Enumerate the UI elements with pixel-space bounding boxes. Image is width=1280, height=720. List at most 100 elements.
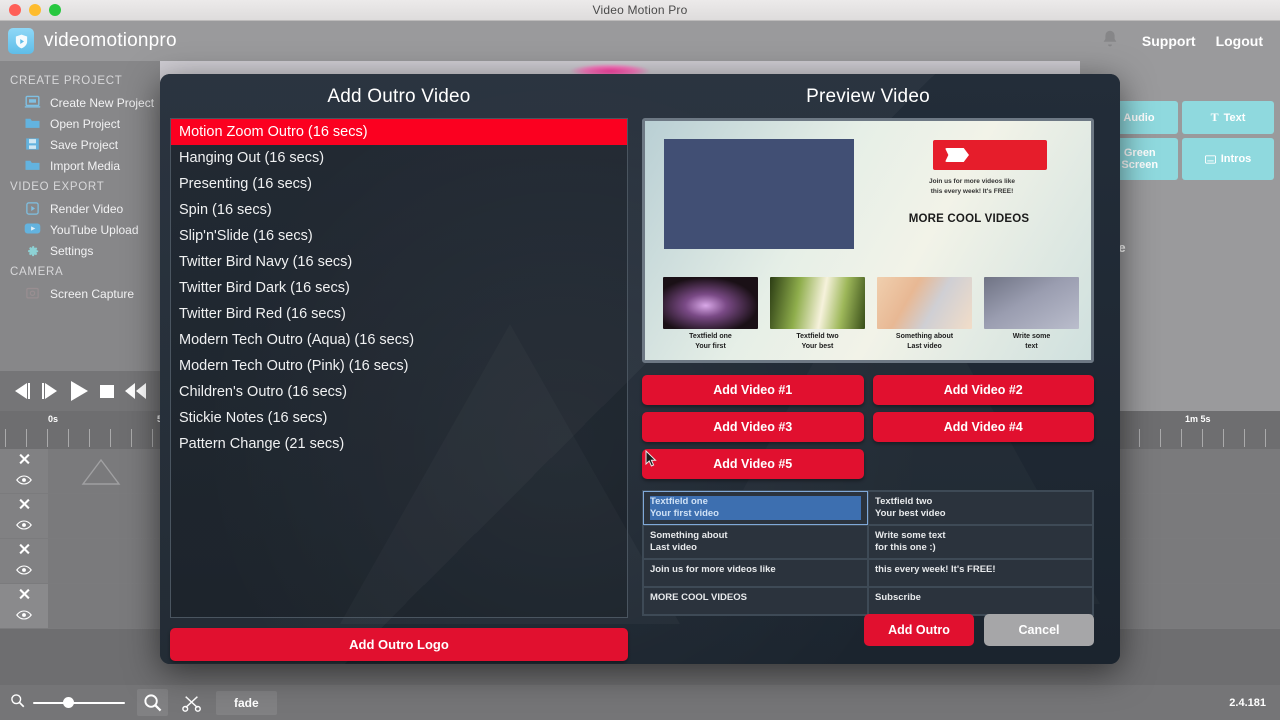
add-outro-dialog: Add Outro Video Motion Zoom Outro (16 se… (160, 74, 1120, 664)
add-outro-logo-button[interactable]: Add Outro Logo (170, 628, 628, 661)
track-close-icon[interactable] (17, 497, 32, 516)
triangle-marker-icon (80, 457, 122, 492)
track-eye-icon[interactable] (16, 562, 32, 580)
preview-join-line2: this every week! It's FREE! (930, 188, 1014, 195)
textfield-input-5[interactable]: Join us for more videos like (643, 559, 868, 587)
outro-list[interactable]: Motion Zoom Outro (16 secs) Hanging Out … (170, 118, 628, 618)
transport-controls (0, 371, 160, 411)
list-item[interactable]: Presenting (16 secs) (171, 171, 627, 197)
stop-button[interactable] (96, 380, 118, 402)
list-item[interactable]: Hanging Out (16 secs) (171, 145, 627, 171)
fade-button[interactable]: fade (216, 690, 277, 715)
support-link[interactable]: Support (1142, 33, 1196, 49)
track-close-icon[interactable] (17, 542, 32, 561)
bottom-toolbar: fade 2.4.181 (0, 685, 1280, 720)
track-controls (0, 449, 48, 493)
zoom-slider-knob[interactable] (63, 697, 74, 708)
textfield-input-2[interactable]: Textfield two Your best video (868, 491, 1093, 525)
thumbnail-image (663, 277, 758, 329)
preview-panel: Preview Video Join us for more videos li… (640, 74, 1120, 664)
sidebar-item-open-project[interactable]: Open Project (0, 113, 160, 134)
sidebar-group-camera: CAMERA (10, 266, 64, 278)
add-outro-button[interactable]: Add Outro (864, 614, 974, 646)
folder-icon (24, 116, 41, 131)
caption-line1: Write some (1012, 333, 1051, 340)
sidebar-item-screen-capture[interactable]: Screen Capture (0, 283, 160, 304)
sidebar-item-settings[interactable]: Settings (0, 240, 160, 261)
sidebar-item-import-media[interactable]: Import Media (0, 155, 160, 176)
track-close-icon[interactable] (17, 452, 32, 471)
preview-thumb-3: Something about Last video (877, 277, 972, 351)
scissors-icon[interactable] (182, 694, 202, 712)
track-eye-icon[interactable] (16, 517, 32, 535)
track-controls (0, 584, 48, 628)
track-close-icon[interactable] (17, 587, 32, 606)
list-item[interactable]: Modern Tech Outro (Pink) (16 secs) (171, 353, 627, 379)
thumbnail-image (770, 277, 865, 329)
preview-thumbnails: Textfield one Your first Textfield two Y… (663, 277, 1079, 351)
logout-link[interactable]: Logout (1216, 33, 1263, 49)
track-eye-icon[interactable] (16, 607, 32, 625)
preview-thumb-2: Textfield two Your best (770, 277, 865, 351)
rewind-to-start-button[interactable] (122, 380, 148, 402)
zoom-slider[interactable] (33, 694, 125, 712)
textfield-line1: MORE COOL VIDEOS (650, 592, 747, 603)
textfield-line1: Textfield two (875, 496, 933, 507)
track-eye-icon[interactable] (16, 472, 32, 490)
list-item[interactable]: Twitter Bird Red (16 secs) (171, 301, 627, 327)
track-controls (0, 539, 48, 583)
list-item[interactable]: Children's Outro (16 secs) (171, 379, 627, 405)
zoom-out-icon[interactable] (10, 693, 25, 713)
textfield-line2: Your best video (875, 508, 946, 519)
notification-bell-icon[interactable] (1098, 28, 1122, 55)
textfield-input-7[interactable]: MORE COOL VIDEOS (643, 587, 868, 615)
preview-subscribe-button (933, 140, 1047, 170)
list-item[interactable]: Spin (16 secs) (171, 197, 627, 223)
sidebar-item-render-video[interactable]: Render Video (0, 198, 160, 219)
add-video-2-button[interactable]: Add Video #2 (872, 375, 1094, 405)
textfield-line1: this every week! It's FREE! (875, 564, 996, 575)
textfield-input-1[interactable]: Textfield one Your first video (643, 491, 868, 525)
list-item[interactable]: Modern Tech Outro (Aqua) (16 secs) (171, 327, 627, 353)
add-video-3-button[interactable]: Add Video #3 (642, 412, 864, 442)
sidebar-item-create-new-project[interactable]: Create New Project (0, 92, 160, 113)
textfield-input-6[interactable]: this every week! It's FREE! (868, 559, 1093, 587)
step-back-button[interactable] (10, 380, 34, 402)
textfield-grid: Textfield one Your first video Textfield… (642, 490, 1094, 616)
list-item[interactable]: Slip'n'Slide (16 secs) (171, 223, 627, 249)
list-item[interactable]: Pattern Change (21 secs) (171, 431, 627, 457)
add-video-4-button[interactable]: Add Video #4 (872, 412, 1094, 442)
textfield-line2: Your first video (650, 508, 861, 520)
textfield-input-4[interactable]: Write some text for this one :) (868, 525, 1093, 559)
dialog-left-title: Add Outro Video (327, 86, 471, 107)
cancel-button[interactable]: Cancel (984, 614, 1094, 646)
render-icon (24, 201, 41, 216)
gear-icon (24, 243, 41, 258)
caption-line2: text (1025, 342, 1038, 350)
play-button[interactable] (66, 379, 92, 403)
textfield-input-3[interactable]: Something about Last video (643, 525, 868, 559)
add-video-5-button[interactable]: Add Video #5 (642, 449, 864, 479)
brand-name: videomotionpro (44, 30, 177, 51)
add-video-1-button[interactable]: Add Video #1 (642, 375, 864, 405)
list-item[interactable]: Stickie Notes (16 secs) (171, 405, 627, 431)
tool-text-button[interactable]: T Text (1182, 101, 1274, 134)
tool-intros-button[interactable]: Intros (1182, 138, 1274, 180)
list-item[interactable]: Twitter Bird Dark (16 secs) (171, 275, 627, 301)
list-item[interactable]: Twitter Bird Navy (16 secs) (171, 249, 627, 275)
tool-audio-label: Audio (1123, 111, 1155, 124)
list-item[interactable]: Motion Zoom Outro (16 secs) (171, 119, 627, 145)
step-forward-button[interactable] (38, 380, 62, 402)
window-title: Video Motion Pro (592, 3, 688, 17)
sidebar-item-save-project[interactable]: Save Project (0, 134, 160, 155)
caption-line1: Something about (895, 333, 954, 340)
textfield-input-8[interactable]: Subscribe (868, 587, 1093, 615)
textfield-line1: Write some text (875, 530, 946, 541)
sidebar-item-label: Settings (50, 243, 94, 258)
zoom-in-icon[interactable] (137, 689, 168, 716)
timeline-label-1m5s: 1m 5s (1185, 414, 1211, 424)
sidebar-item-youtube-upload[interactable]: YouTube Upload (0, 219, 160, 240)
intros-icon (1204, 154, 1216, 164)
floppy-icon (24, 137, 41, 152)
add-video-buttons: Add Video #1 Add Video #2 Add Video #3 A… (642, 375, 1094, 479)
